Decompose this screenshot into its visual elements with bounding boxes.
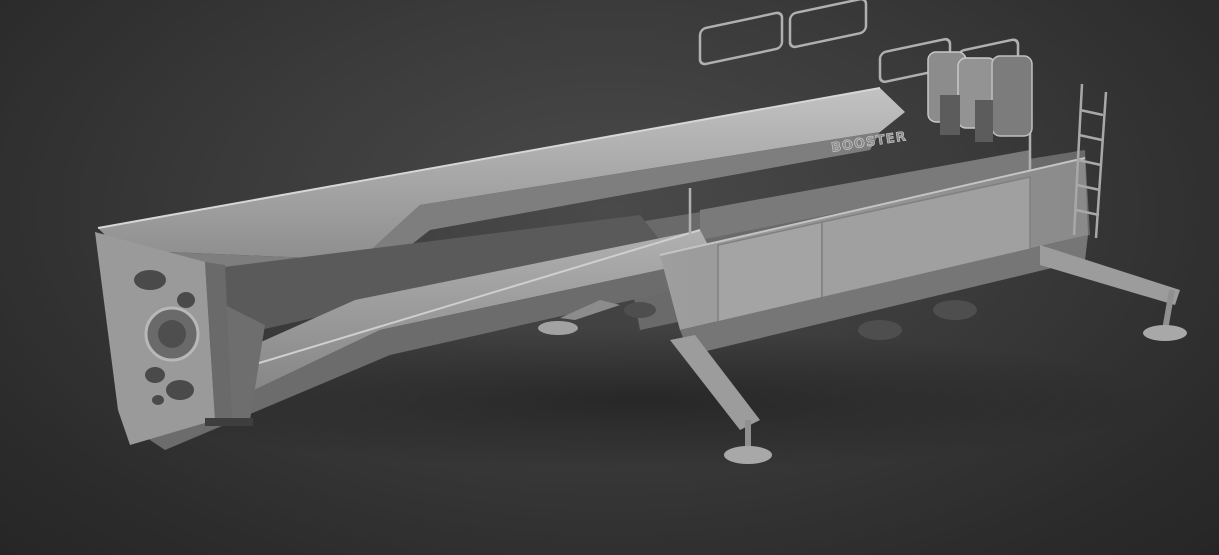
render-viewport: BOOSTER — [0, 0, 1219, 555]
outrigger-rear-right — [1040, 245, 1187, 341]
engine-cluster — [927, 51, 1033, 142]
beam-foot — [205, 418, 253, 426]
erector-render: BOOSTER — [95, 0, 1187, 470]
end-plate — [95, 232, 232, 445]
